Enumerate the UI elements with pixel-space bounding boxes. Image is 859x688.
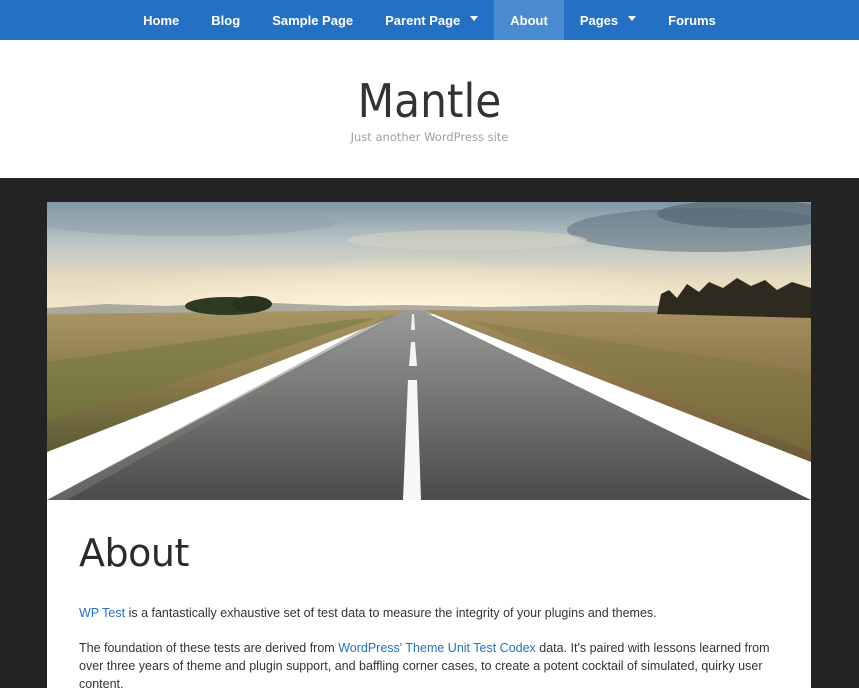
nav-item-label: Parent Page — [385, 12, 461, 28]
paragraph-1-text: is a fantastically exhaustive set of tes… — [125, 606, 657, 620]
nav-item-label: Home — [143, 12, 180, 28]
content-area: About WP Test is a fantastically exhaust… — [47, 202, 811, 688]
nav-item-label: Pages — [579, 12, 619, 28]
nav-item-label: About — [510, 12, 548, 28]
wp-test-link[interactable]: WP Test — [79, 606, 125, 620]
main-navigation: Home Blog Sample Page Parent Page About … — [0, 0, 859, 40]
page-title: About — [79, 531, 189, 575]
site-header: Mantle Just another WordPress site — [0, 40, 859, 178]
site-title[interactable]: Mantle — [34, 40, 824, 130]
nav-item-forums[interactable]: Forums — [652, 0, 732, 40]
dropdown-caret-icon — [628, 15, 637, 21]
nav-item-sample-page[interactable]: Sample Page — [256, 0, 369, 40]
article: About WP Test is a fantastically exhaust… — [47, 500, 811, 688]
paragraph-2: The foundation of these tests are derive… — [79, 639, 779, 688]
nav-item-blog[interactable]: Blog — [195, 0, 256, 40]
nav-item-parent-page[interactable]: Parent Page — [369, 0, 494, 40]
paragraph-1: WP Test is a fantastically exhaustive se… — [79, 604, 779, 622]
site-tagline: Just another WordPress site — [350, 130, 509, 144]
dropdown-caret-icon — [470, 15, 479, 21]
nav-item-label: Sample Page — [272, 12, 354, 28]
nav-item-pages[interactable]: Pages — [564, 0, 652, 40]
nav-item-label: Blog — [211, 12, 241, 28]
nav-item-label: Forums — [668, 12, 716, 28]
hero-road-image — [47, 202, 811, 500]
nav-item-home[interactable]: Home — [127, 0, 195, 40]
theme-unit-test-codex-link[interactable]: WordPress' Theme Unit Test Codex — [338, 641, 536, 655]
nav-item-about[interactable]: About — [494, 0, 564, 40]
paragraph-2-text-before: The foundation of these tests are derive… — [79, 641, 339, 655]
